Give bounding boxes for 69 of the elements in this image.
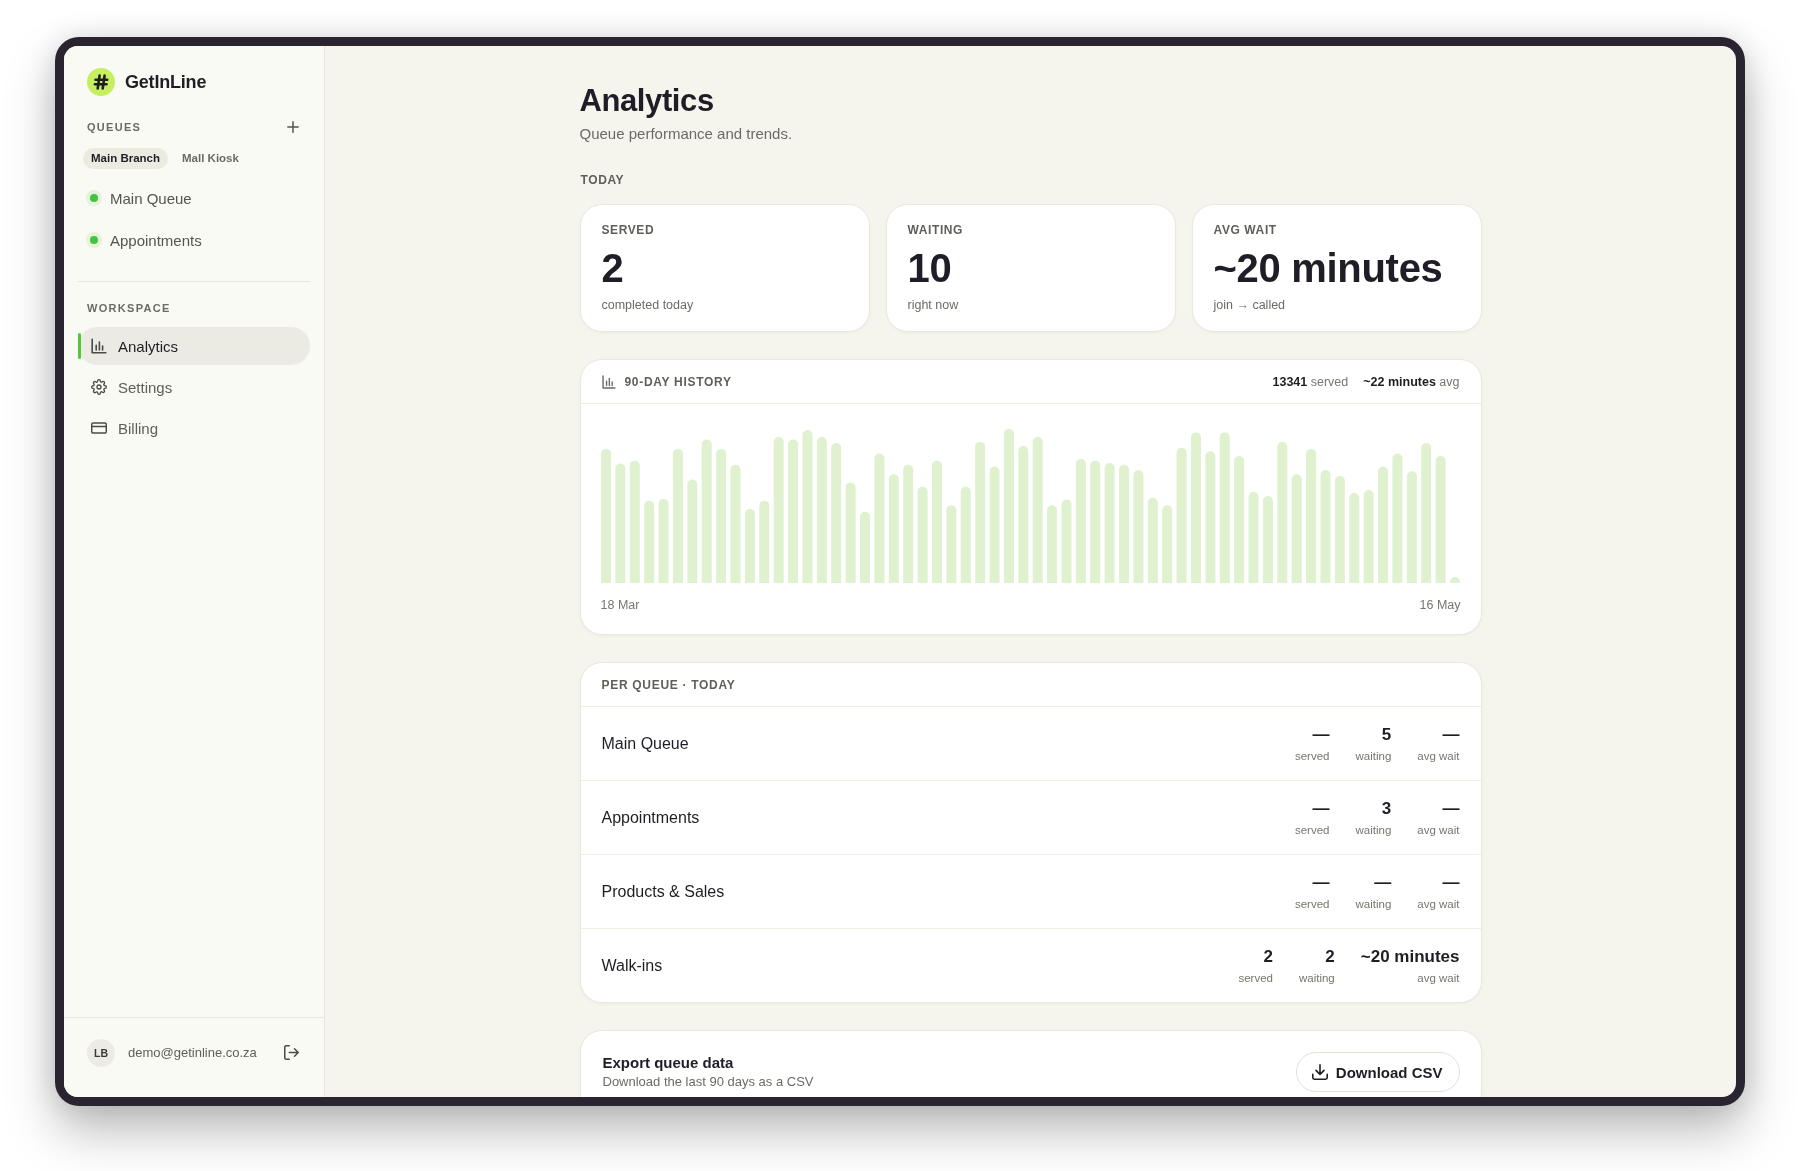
- queue-name: Walk-ins: [601, 956, 664, 975]
- queue-item[interactable]: Main Queue: [78, 180, 310, 216]
- axis-label: 16 May: [1419, 597, 1461, 614]
- stat-label: waiting: [1355, 896, 1392, 911]
- hash-logo-icon: [87, 68, 115, 96]
- stat-label: avg wait: [1417, 970, 1460, 985]
- stat-value: 2: [1325, 946, 1335, 967]
- queue-name: Main Queue: [601, 734, 690, 753]
- credit-card-icon: [91, 420, 107, 436]
- stat-label: served: [1294, 896, 1330, 911]
- stat-value: —: [1442, 872, 1460, 893]
- stat-label: WAITING: [907, 222, 965, 238]
- download-button[interactable]: Download CSV: [1295, 1052, 1460, 1092]
- section-label: QUEUES: [87, 120, 142, 135]
- stat-label: avg wait: [1417, 896, 1460, 911]
- stat-value: 2: [601, 245, 625, 291]
- plus-icon[interactable]: [287, 121, 299, 133]
- summary-text: 13341 served: [1272, 374, 1349, 389]
- stat-label: avg wait: [1417, 822, 1460, 837]
- nav-item[interactable]: Analytics: [78, 327, 310, 365]
- stat-label: waiting: [1355, 748, 1392, 763]
- nav-item[interactable]: Settings: [78, 368, 310, 406]
- stat-label: avg wait: [1417, 748, 1460, 763]
- stat-value: —: [1374, 872, 1392, 893]
- export-description: Download the last 90 days as a CSV: [602, 1073, 814, 1091]
- branch-tab[interactable]: Main Branch: [83, 148, 168, 169]
- stat-label: served: [1294, 748, 1330, 763]
- gear-icon: [91, 379, 107, 395]
- stat-label: SERVED: [601, 222, 656, 238]
- section-title: PER QUEUE · TODAY: [601, 677, 736, 692]
- stat-value: 3: [1381, 798, 1392, 819]
- stat-value: 5: [1381, 724, 1392, 745]
- stat-caption: right now: [907, 297, 960, 313]
- stat-value: —: [1442, 798, 1460, 819]
- logout-icon[interactable]: [284, 1045, 299, 1060]
- stat-value: —: [1442, 724, 1460, 745]
- page-title: Analytics: [579, 82, 715, 120]
- stat-caption: join → called: [1213, 297, 1287, 313]
- bar-chart-icon: [91, 338, 107, 354]
- queue-name: Products & Sales: [601, 882, 726, 901]
- stat-value: ~20 minutes: [1213, 245, 1444, 291]
- nav-item[interactable]: Billing: [78, 409, 310, 447]
- user-email: demo@getinline.co.za: [128, 1044, 258, 1062]
- stat-label: AVG WAIT: [1213, 222, 1278, 238]
- branch-tab[interactable]: Mall Kiosk: [174, 148, 247, 169]
- page-subtitle: Queue performance and trends.: [579, 124, 794, 144]
- stat-label: served: [1294, 822, 1330, 837]
- summary-text: ~22 minutes avg: [1363, 374, 1460, 389]
- stat-label: waiting: [1298, 970, 1335, 985]
- section-title: 90-DAY HISTORY: [624, 374, 732, 389]
- stat-value: —: [1312, 872, 1330, 893]
- stat-label: waiting: [1355, 822, 1392, 837]
- stat-value: 2: [1263, 946, 1273, 967]
- avatar: LB: [87, 1039, 115, 1067]
- stat-value: —: [1312, 798, 1330, 819]
- brand-name: GetInLine: [125, 71, 207, 93]
- section-label: WORKSPACE: [87, 301, 171, 316]
- stat-caption: completed today: [601, 297, 695, 313]
- section-label: TODAY: [579, 172, 626, 188]
- stat-value: 10: [907, 245, 953, 291]
- axis-label: 18 Mar: [600, 597, 640, 614]
- stat-value: —: [1312, 724, 1330, 745]
- export-title: Export queue data: [602, 1053, 735, 1073]
- queue-item[interactable]: Appointments: [78, 222, 310, 258]
- download-icon: [1311, 1064, 1328, 1080]
- stat-label: served: [1238, 970, 1273, 985]
- queue-name: Appointments: [601, 808, 701, 827]
- stat-value: ~20 minutes: [1360, 946, 1460, 967]
- bar-chart-icon: [601, 374, 616, 389]
